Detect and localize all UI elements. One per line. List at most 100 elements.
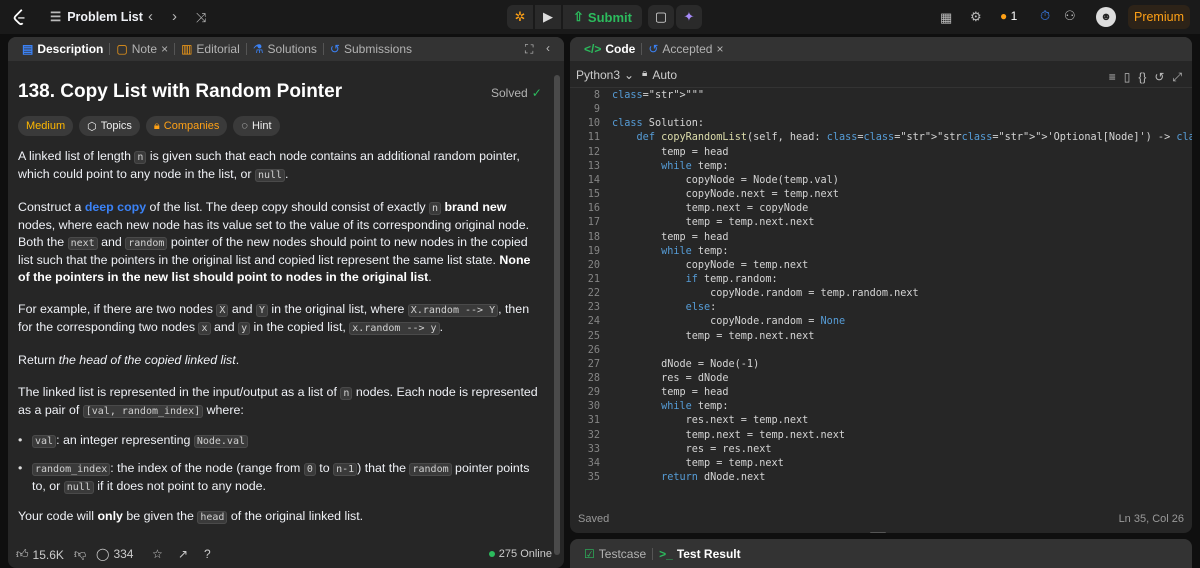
code-panel: </> Code ↺ Accepted × Python3 ⌄ 🔒︎ Auto …: [570, 37, 1192, 533]
line-number: 32: [587, 429, 600, 441]
comments-button[interactable]: ◯ 334: [96, 547, 133, 561]
description-scrollbar[interactable]: [554, 69, 560, 559]
tab-description[interactable]: ▤ Description: [16, 42, 109, 56]
debug-icon[interactable]: ✲: [507, 5, 533, 29]
star-icon[interactable]: ☆: [152, 547, 163, 561]
editor-toolbar: Python3 ⌄ 🔒︎ Auto: [570, 62, 1192, 88]
expand-icon[interactable]: ⤢: [1172, 70, 1182, 85]
problem-list-button[interactable]: ☰ Problem List: [50, 9, 143, 25]
ai-sparkle-icon[interactable]: ✦: [675, 5, 702, 29]
line-number: 21: [587, 273, 600, 285]
hint-button[interactable]: ◌ Hint: [233, 116, 280, 136]
prev-problem-icon[interactable]: ‹: [148, 8, 153, 25]
layout-icon[interactable]: ▦: [940, 10, 952, 26]
tab-code[interactable]: </> Code: [578, 42, 641, 56]
line-number: 15: [587, 189, 600, 201]
tab-accepted-label: Accepted: [662, 42, 713, 56]
tab-solutions[interactable]: ⚗ Solutions: [247, 42, 323, 56]
editor-actions: ≡ ▯ {} ↺ ⤢: [1109, 70, 1182, 85]
line-number: 25: [587, 330, 600, 342]
line-number: 16: [587, 203, 600, 215]
add-user-icon[interactable]: ⚇: [1064, 8, 1076, 24]
code-line: res = dNode: [612, 373, 729, 384]
book-icon: ▥: [181, 42, 193, 56]
next-problem-icon[interactable]: ›: [172, 8, 177, 25]
notes-icon[interactable]: ▢: [647, 5, 674, 29]
flame-icon: ●: [1000, 9, 1008, 23]
timer-icon[interactable]: ⏱: [1040, 8, 1050, 24]
topics-button[interactable]: ⬡ Topics: [79, 116, 140, 136]
submit-button[interactable]: ⇧ Submit: [563, 5, 642, 29]
line-number: 26: [587, 344, 600, 356]
code-editor[interactable]: 8 class="str">""" 9 10 class Solution: 11 def…: [570, 90, 1192, 495]
mode-label: Auto: [652, 68, 678, 82]
line-number: 33: [587, 443, 600, 455]
list-item: random_index: the index of the node (ran…: [18, 460, 543, 496]
leetcode-logo-icon[interactable]: [11, 8, 29, 26]
tab-note[interactable]: ▢ Note ×: [110, 42, 174, 56]
code-line: if temp.random:: [685, 273, 778, 285]
description-paragraph: Construct a deep copy of the list. The d…: [18, 200, 531, 284]
line-number: 24: [587, 316, 600, 328]
problem-description: A linked list of length n is given such …: [18, 148, 543, 541]
difficulty-badge[interactable]: Medium: [18, 116, 74, 136]
avatar[interactable]: ☻: [1096, 7, 1116, 27]
online-dot-icon: [488, 551, 495, 557]
bookmark-icon[interactable]: ▯: [1124, 70, 1131, 85]
format-icon[interactable]: ≡: [1109, 70, 1116, 85]
console-panel: ☑ Testcase >_ Test Result: [570, 539, 1192, 568]
like-button[interactable]: 👍︎ 15.6K: [16, 547, 64, 562]
close-icon[interactable]: ×: [161, 42, 168, 56]
code-line: else:: [685, 302, 717, 314]
code-line: copyNode.random = temp.random.next: [612, 288, 919, 300]
tab-test-result[interactable]: >_ Test Result: [653, 547, 746, 561]
topics-label: Topics: [100, 120, 132, 132]
resize-handle[interactable]: [870, 532, 886, 533]
run-icon[interactable]: ▶: [535, 5, 561, 29]
tab-editorial[interactable]: ▥ Editorial: [175, 42, 246, 56]
auto-mode-toggle[interactable]: 🔒︎ Auto: [642, 68, 677, 82]
problem-list-label: Problem List: [67, 9, 143, 24]
close-icon[interactable]: ×: [716, 42, 723, 56]
run-controls: ✲ ▶ ⇧ Submit ▢ ✦: [507, 5, 702, 29]
hint-label: Hint: [251, 120, 272, 132]
line-number: 19: [587, 245, 600, 257]
language-select[interactable]: Python3 ⌄: [576, 68, 634, 82]
share-icon[interactable]: ↗: [178, 547, 188, 561]
line-number: 20: [587, 259, 600, 271]
description-paragraph: Your code will only be given the head of…: [18, 509, 364, 524]
code-line: while temp:: [661, 401, 729, 413]
problem-tags: Medium ⬡ Topics 🔒︎ Companies ◌ Hint: [18, 116, 280, 136]
collapse-icon[interactable]: ‹: [546, 41, 550, 55]
code-line: def copyRandomList(self, head: class=cla…: [636, 132, 1192, 144]
line-number: 9: [593, 104, 600, 116]
help-icon[interactable]: ?: [204, 547, 211, 561]
deep-copy-link[interactable]: deep copy: [85, 200, 146, 214]
streak-count: 1: [1010, 9, 1018, 23]
cursor-position: Ln 35, Col 26: [1118, 513, 1184, 525]
premium-button[interactable]: Premium: [1128, 5, 1190, 29]
language-label: Python3: [576, 68, 621, 82]
thumbs-down-icon[interactable]: 👎︎: [74, 547, 86, 562]
tab-accepted[interactable]: ↺ Accepted ×: [642, 42, 729, 56]
scroll-thumb[interactable]: [554, 75, 560, 555]
code-line: class="str">""": [612, 90, 705, 101]
description-footer: 👍︎ 15.6K 👎︎ ◯ 334 ☆ ↗ ? 275 Online: [8, 538, 564, 568]
streak-counter[interactable]: ● 1: [1000, 9, 1017, 23]
line-number: 22: [587, 288, 600, 300]
tab-submissions[interactable]: ↺ Submissions: [324, 42, 418, 56]
reset-icon[interactable]: ↺: [1154, 70, 1164, 85]
code-line: while temp:: [661, 245, 729, 257]
line-number: 8: [593, 90, 600, 101]
maximize-icon[interactable]: ⛶: [525, 42, 533, 57]
settings-gear-icon[interactable]: ⚙: [970, 9, 982, 25]
companies-button[interactable]: 🔒︎ Companies: [145, 116, 228, 136]
tab-solutions-label: Solutions: [267, 42, 317, 56]
shuffle-icon[interactable]: ⤨: [196, 10, 206, 26]
braces-icon[interactable]: {}: [1138, 70, 1146, 85]
format-list: val: an integer representing Node.val ra…: [18, 432, 543, 496]
lightbulb-icon: ◌: [241, 120, 248, 132]
tab-testcase[interactable]: ☑ Testcase: [578, 547, 652, 561]
code-line: dNode = Node(-1): [612, 358, 760, 370]
list-icon: ☰: [50, 10, 62, 24]
